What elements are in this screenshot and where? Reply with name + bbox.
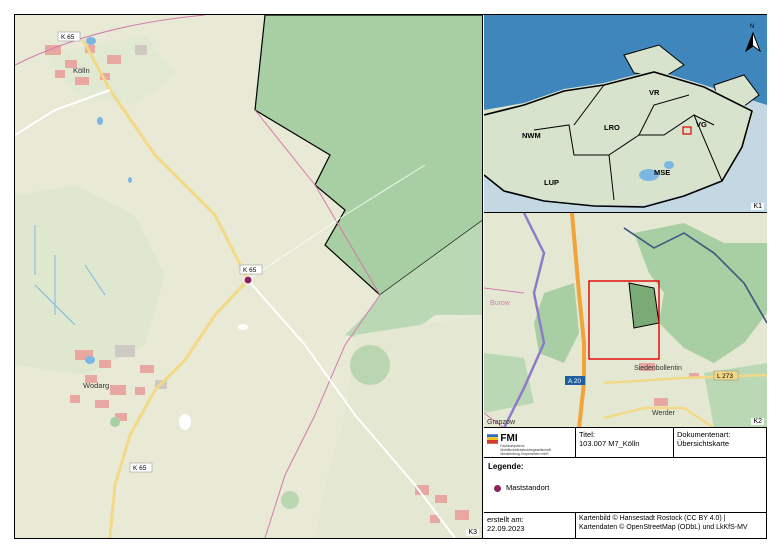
- doctype-cell: Dokumentenart: Übersichtskarte: [674, 428, 767, 457]
- doctype-label: Dokumentenart:: [677, 430, 731, 439]
- road-label-a20: A 20: [568, 378, 581, 385]
- region-label-lro: LRO: [604, 123, 620, 132]
- region-label-nwm: NWM: [522, 131, 541, 140]
- road-label-k65-south: K 65: [133, 465, 147, 472]
- credits-line1: Kartenbild © Hansestadt Rostock (CC BY 4…: [579, 515, 726, 522]
- fmi-logo-icon: [487, 434, 499, 444]
- doctype-value: Übersichtskarte: [677, 439, 730, 449]
- title-value: 103.007 M7_Kölln: [579, 439, 640, 449]
- logo-line2: Mecklenburg-Vorpommern mbH: [500, 452, 549, 456]
- frame-tag-k2: K2: [751, 418, 764, 425]
- credits-line2: Kartendaten © OpenStreetMap (ODbL) und L…: [579, 523, 748, 531]
- mast-site-marker: [243, 275, 253, 285]
- place-label-siedenbollentin: Siedenbollentin: [634, 365, 682, 372]
- main-map[interactable]: K 65 K 65 K 65 Kölln Wodarg K3: [15, 15, 483, 538]
- credits-cell: Kartenbild © Hansestadt Rostock (CC BY 4…: [576, 513, 767, 538]
- place-label-werder: Werder: [652, 410, 675, 417]
- place-label-wodarg: Wodarg: [83, 381, 109, 390]
- detail-map[interactable]: A 20 L 273 Burow Siedenbollentin Werder …: [484, 213, 767, 428]
- created-cell: erstellt am: 22.09.2023: [484, 513, 576, 538]
- svg-text:N: N: [750, 24, 754, 30]
- legend-heading: Legende:: [488, 462, 524, 471]
- title-label: Titel:: [579, 430, 595, 439]
- place-label-burow: Burow: [490, 300, 511, 307]
- legend-item-label: Maststandort: [506, 483, 550, 492]
- legend-dot-icon: [494, 484, 501, 492]
- logo-title: FMI: [500, 433, 518, 444]
- legend-row: Legende: Maststandort: [484, 458, 767, 513]
- footer-row: erstellt am: 22.09.2023 Kartenbild © Han…: [484, 513, 767, 538]
- road-label-k65-north: K 65: [61, 34, 75, 41]
- map-sheet: K 65 K 65 K 65 Kölln Wodarg K3 VR LRO VG…: [14, 14, 767, 539]
- overview-map[interactable]: VR LRO VG NWM LUP MSE N K1: [484, 15, 767, 213]
- road-label-k65-mid: K 65: [243, 267, 257, 274]
- road-label-l273: L 273: [717, 373, 733, 380]
- region-label-vg: VG: [696, 120, 707, 129]
- created-value: 22.09.2023: [487, 524, 525, 534]
- region-label-mse: MSE: [654, 168, 670, 177]
- place-label-koelln: Kölln: [73, 66, 90, 75]
- region-label-lup: LUP: [544, 178, 559, 187]
- frame-tag-k1: K1: [751, 203, 764, 210]
- logo-cell: FMI Fachkompetenz Mobilfunkinfrastruktur…: [484, 428, 576, 457]
- title-block: FMI Fachkompetenz Mobilfunkinfrastruktur…: [484, 428, 767, 538]
- created-label: erstellt am:: [487, 515, 524, 524]
- title-row: FMI Fachkompetenz Mobilfunkinfrastruktur…: [484, 428, 767, 458]
- region-label-vr: VR: [649, 88, 660, 97]
- frame-tag-k3: K3: [466, 529, 479, 536]
- legend-item-maststandort: Maststandort: [494, 483, 549, 492]
- place-label-grapzow: Grapzow: [487, 419, 516, 426]
- title-cell: Titel: 103.007 M7_Kölln: [576, 428, 674, 457]
- logo-line1: Fachkompetenz Mobilfunkinfrastrukturgese…: [500, 444, 551, 452]
